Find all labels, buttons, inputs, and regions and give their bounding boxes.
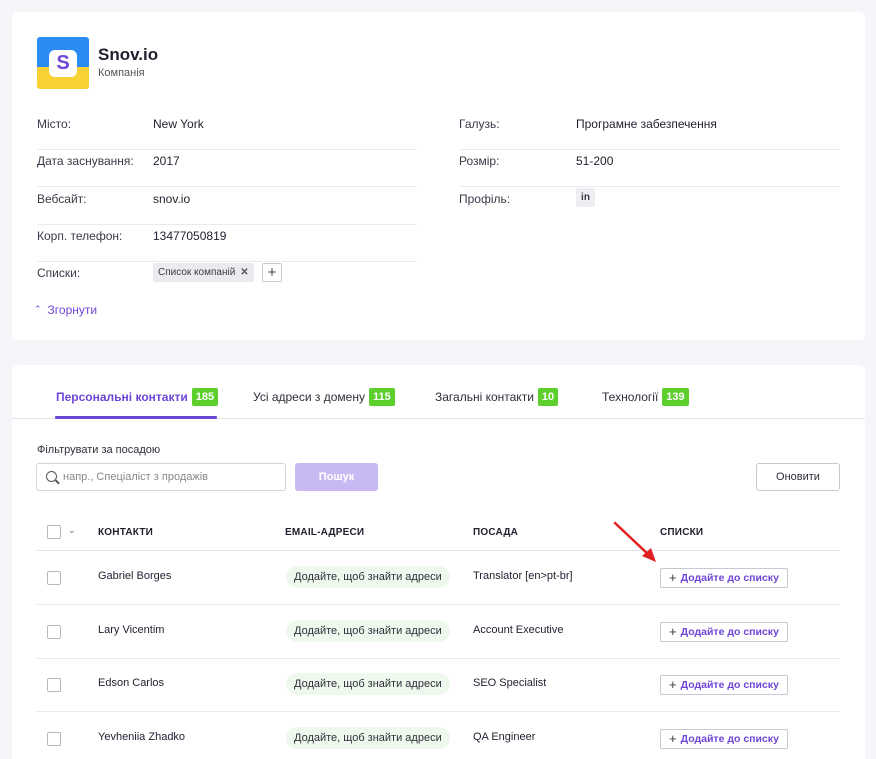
company-card: S Snov.io Компанія Місто: New York Дата … bbox=[12, 12, 865, 340]
field-label: Місто: bbox=[37, 117, 72, 131]
plus-icon: + bbox=[669, 624, 677, 639]
add-list-button[interactable]: + bbox=[262, 263, 282, 282]
row-checkbox[interactable] bbox=[47, 571, 61, 585]
info-row-industry: Галузь: Програмне забезпечення bbox=[459, 112, 840, 150]
field-label: Корп. телефон: bbox=[37, 229, 123, 243]
add-to-list-label: Додайте до списку bbox=[680, 679, 779, 691]
add-to-list-button[interactable]: + Додайте до списку bbox=[660, 622, 788, 642]
field-value: 13477050819 bbox=[153, 229, 227, 243]
tab-technologies[interactable]: Технології 139 bbox=[602, 388, 689, 406]
email-placeholder-pill: Додайте, щоб знайти адреси bbox=[286, 727, 450, 749]
contact-position: SEO Specialist bbox=[473, 677, 547, 689]
add-to-list-button[interactable]: + Додайте до списку bbox=[660, 729, 788, 749]
plus-icon: + bbox=[669, 677, 677, 692]
company-name: Snov.io bbox=[98, 45, 159, 64]
table-row: Lary Vicentim Додайте, щоб знайти адреси… bbox=[36, 605, 840, 659]
tab-generic-contacts[interactable]: Загальні контакти 10 bbox=[435, 388, 559, 406]
table-row: Edson Carlos Додайте, щоб знайти адреси … bbox=[36, 658, 840, 712]
refresh-button[interactable]: Оновити bbox=[756, 463, 840, 491]
contact-position: Account Executive bbox=[473, 624, 564, 636]
tab-count-badge: 139 bbox=[662, 388, 689, 406]
contact-name[interactable]: Edson Carlos bbox=[98, 677, 164, 689]
contact-position: QA Engineer bbox=[473, 731, 536, 743]
add-to-list-button[interactable]: + Додайте до списку bbox=[660, 568, 788, 588]
filter-label: Фільтрувати за посадою bbox=[37, 444, 161, 456]
company-logo: S bbox=[37, 37, 89, 89]
field-label: Профіль: bbox=[459, 192, 511, 206]
tab-count-badge: 115 bbox=[368, 388, 395, 406]
row-checkbox[interactable] bbox=[47, 732, 61, 746]
tab-domain-emails[interactable]: Усі адреси з домену 115 bbox=[253, 388, 395, 406]
select-all-checkbox[interactable] bbox=[47, 525, 61, 539]
remove-list-icon[interactable]: ✕ bbox=[240, 263, 248, 282]
info-row-founded: Дата заснування: 2017 bbox=[37, 149, 417, 187]
field-label: Дата заснування: bbox=[37, 154, 134, 168]
column-header-lists: СПИСКИ bbox=[660, 527, 704, 538]
email-placeholder-pill: Додайте, щоб знайти адреси bbox=[286, 566, 450, 588]
collapse-label: Згорнути bbox=[47, 303, 98, 317]
email-placeholder-pill: Додайте, щоб знайти адреси bbox=[286, 673, 450, 695]
info-row-profile: Профіль: in bbox=[459, 187, 840, 225]
tab-bar: Персональні контакти 185 Усі адреси з до… bbox=[12, 365, 865, 419]
contact-position: Translator [en>pt-br] bbox=[473, 570, 573, 582]
field-value: 51-200 bbox=[576, 154, 614, 168]
tab-count-badge: 185 bbox=[191, 388, 219, 406]
contact-name[interactable]: Gabriel Borges bbox=[98, 570, 171, 582]
field-label: Списки: bbox=[37, 266, 81, 280]
field-label: Вебсайт: bbox=[37, 192, 87, 206]
add-to-list-label: Додайте до списку bbox=[680, 572, 779, 584]
chevron-up-icon: ⌃ bbox=[34, 303, 42, 314]
field-value: Програмне забезпечення bbox=[576, 117, 717, 131]
table-row: Yevheniia Zhadko Додайте, щоб знайти адр… bbox=[36, 712, 840, 759]
tab-count-badge: 10 bbox=[537, 388, 559, 406]
position-search-input[interactable] bbox=[63, 464, 283, 490]
email-placeholder-pill: Додайте, щоб знайти адреси bbox=[286, 620, 450, 642]
tab-label: Технології bbox=[602, 390, 659, 404]
company-type: Компанія bbox=[98, 67, 145, 79]
add-to-list-label: Додайте до списку bbox=[680, 626, 779, 638]
column-header-position: ПОСАДА bbox=[473, 527, 519, 538]
tab-label: Персональні контакти bbox=[56, 390, 188, 404]
tab-label: Усі адреси з домену bbox=[253, 390, 365, 404]
chevron-down-icon[interactable]: ⌄ bbox=[68, 525, 76, 536]
field-label: Галузь: bbox=[459, 117, 500, 131]
linkedin-icon[interactable]: in bbox=[576, 188, 595, 207]
add-to-list-button[interactable]: + Додайте до списку bbox=[660, 675, 788, 695]
plus-icon: + bbox=[669, 731, 677, 746]
list-chip: Список компаній ✕ bbox=[153, 263, 254, 282]
info-row-phone: Корп. телефон: 13477050819 bbox=[37, 224, 417, 262]
contacts-card: Персональні контакти 185 Усі адреси з до… bbox=[12, 365, 865, 759]
logo-letter: S bbox=[49, 50, 77, 77]
add-to-list-label: Додайте до списку bbox=[680, 733, 779, 745]
position-search-field[interactable] bbox=[36, 463, 286, 491]
field-value: New York bbox=[153, 117, 204, 131]
contact-name[interactable]: Yevheniia Zhadko bbox=[98, 731, 185, 743]
table-row: Gabriel Borges Додайте, щоб знайти адрес… bbox=[36, 551, 840, 605]
tab-personal-contacts[interactable]: Персональні контакти 185 bbox=[56, 388, 219, 406]
column-header-contacts: КОНТАКТИ bbox=[98, 527, 154, 538]
info-row-lists: Списки: Список компаній ✕ + bbox=[37, 261, 417, 299]
info-row-city: Місто: New York bbox=[37, 112, 417, 150]
active-tab-indicator bbox=[55, 416, 217, 419]
column-header-emails: EMAIL-АДРЕСИ bbox=[285, 527, 365, 538]
field-label: Розмір: bbox=[459, 154, 500, 168]
list-chip-label: Список компаній bbox=[158, 267, 236, 278]
collapse-button[interactable]: ⌃ Згорнути bbox=[34, 303, 97, 317]
plus-icon: + bbox=[669, 570, 677, 585]
row-checkbox[interactable] bbox=[47, 625, 61, 639]
annotation-arrow-icon bbox=[613, 521, 656, 562]
field-value: 2017 bbox=[153, 154, 180, 168]
website-link[interactable]: snov.io bbox=[153, 187, 190, 211]
row-checkbox[interactable] bbox=[47, 678, 61, 692]
search-icon bbox=[46, 471, 57, 482]
tab-label: Загальні контакти bbox=[435, 390, 534, 404]
info-row-size: Розмір: 51-200 bbox=[459, 149, 840, 187]
search-button[interactable]: Пошук bbox=[295, 463, 378, 491]
info-row-website: Вебсайт: snov.io bbox=[37, 187, 417, 225]
contact-name[interactable]: Lary Vicentim bbox=[98, 624, 164, 636]
